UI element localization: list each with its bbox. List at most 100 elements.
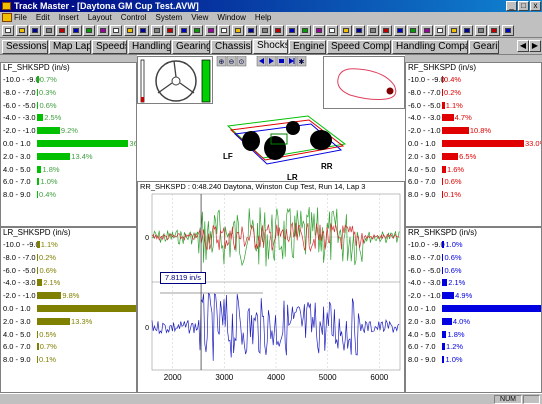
rf-wheel — [286, 121, 300, 135]
menu-file[interactable]: File — [14, 13, 27, 22]
map-icon[interactable] — [366, 25, 379, 36]
tab-gearing[interactable]: Gearing — [172, 40, 210, 54]
rr-histogram-bar — [442, 305, 541, 312]
x-axis-icon[interactable] — [272, 25, 284, 36]
menu-view[interactable]: View — [191, 13, 208, 22]
close-button[interactable]: x — [530, 1, 541, 11]
shock-icon[interactable] — [461, 25, 473, 36]
car-position-marker — [386, 87, 394, 95]
tab-speeds[interactable]: Speeds — [92, 40, 127, 54]
layout-icon[interactable] — [339, 25, 352, 36]
lf-histogram-row: -2.0 - -1.0 9.2% — [1, 126, 136, 135]
filter-icon[interactable] — [393, 25, 406, 36]
rr-bin-label: 6.0 - 7.0 — [408, 342, 436, 352]
step-back-button[interactable] — [256, 55, 267, 67]
rf-bin-percent: 4.7% — [454, 113, 472, 123]
tab-scroll-left-button[interactable]: ◀ — [517, 40, 529, 52]
tab-handling[interactable]: Handling — [128, 40, 171, 54]
help-icon[interactable] — [299, 25, 311, 36]
maximize-button[interactable]: □ — [518, 1, 529, 11]
save-icon[interactable] — [29, 25, 41, 36]
num-lock-indicator: NUM — [494, 395, 522, 404]
rf-histogram-row: 6.0 - 7.0 0.6% — [406, 177, 541, 186]
stop-button[interactable] — [276, 55, 287, 67]
color-icon[interactable] — [245, 25, 257, 36]
rr-histogram-row: 6.0 - 7.0 1.2% — [406, 342, 541, 352]
menu-layout[interactable]: Layout — [88, 13, 112, 22]
y-axis-icon[interactable] — [285, 25, 298, 36]
run-icon[interactable] — [312, 25, 325, 36]
menu-window[interactable]: Window — [217, 13, 245, 22]
paste-icon[interactable] — [83, 25, 95, 36]
step-forward-button[interactable] — [286, 55, 297, 67]
tab-engine[interactable]: Engine — [289, 40, 326, 54]
pie-icon[interactable] — [218, 25, 230, 36]
rf-bin-label: -10.0 - -9.0 — [408, 75, 445, 84]
tab-map-lap[interactable]: Map Lap — [49, 40, 91, 54]
tab-gearin[interactable]: Gearin — [469, 40, 499, 54]
bar-icon[interactable] — [204, 25, 217, 36]
tab-speed-compare[interactable]: Speed Compare — [327, 40, 391, 54]
tab-sessions[interactable]: Sessions — [2, 40, 48, 54]
lf-histogram-row: -8.0 - -7.0 0.3% — [1, 88, 136, 97]
cut-icon[interactable] — [56, 25, 68, 36]
rf-histogram-panel: RF_SHKSPD (in/s) -10.0 - -9.0 0.4% -8.0 - … — [405, 62, 542, 227]
menu-insert[interactable]: Insert — [59, 13, 79, 22]
car-3d-view: LF LR RR — [213, 106, 363, 182]
minimize-button[interactable]: _ — [506, 1, 517, 11]
gauge-icon[interactable] — [231, 25, 244, 36]
tab-shocks[interactable]: Shocks — [253, 39, 288, 54]
rf-bin-label: 4.0 - 5.0 — [408, 164, 436, 174]
settings-icon[interactable] — [380, 25, 392, 36]
info-icon[interactable] — [488, 25, 500, 36]
tab-handling-compare[interactable]: Handling Compare — [392, 40, 468, 54]
lf-histogram-bar — [37, 114, 44, 122]
zoom-fit-button[interactable]: ⊙ — [236, 55, 247, 67]
import-icon[interactable] — [420, 25, 433, 36]
play-button[interactable] — [266, 55, 277, 67]
tab-scroll-right-button[interactable]: ▶ — [529, 40, 541, 52]
exit-icon[interactable] — [501, 25, 514, 36]
rf-histogram-bar — [442, 127, 469, 135]
track-map[interactable] — [323, 56, 405, 109]
menu-system[interactable]: System — [156, 13, 183, 22]
zoom-out-button[interactable]: ⊖ — [226, 55, 237, 67]
zoom-icon[interactable] — [164, 25, 176, 36]
lf-histogram-row: 2.0 - 3.0 13.4% — [1, 151, 136, 161]
rr-histogram-row: 4.0 - 5.0 1.8% — [406, 330, 541, 339]
grid-icon[interactable] — [258, 25, 271, 36]
track-icon[interactable] — [177, 25, 190, 36]
export-icon[interactable] — [407, 25, 419, 36]
engine-icon[interactable] — [474, 25, 487, 36]
lr-bin-percent: 0.5% — [39, 329, 57, 339]
x-tick-label: 3000 — [215, 373, 233, 382]
menu-edit[interactable]: Edit — [36, 13, 50, 22]
x-tick-label: 6000 — [370, 373, 388, 382]
menu-control[interactable]: Control — [121, 13, 147, 22]
line-icon[interactable] — [191, 25, 203, 36]
arrow-icon[interactable] — [150, 25, 163, 36]
rr-bin-label: -4.0 - -3.0 — [408, 278, 441, 288]
text-icon[interactable] — [137, 25, 149, 36]
lf-bin-label: 2.0 - 3.0 — [3, 151, 31, 161]
chart-icon[interactable] — [110, 25, 122, 36]
zoom-in-button[interactable]: ⊕ — [216, 55, 227, 67]
report-icon[interactable] — [353, 25, 365, 36]
new-file-icon[interactable] — [2, 25, 14, 36]
menu-help[interactable]: Help — [255, 13, 271, 22]
table-icon[interactable] — [123, 25, 136, 36]
lf-bin-percent: 0.6% — [39, 100, 57, 110]
tab-chassis[interactable]: Chassis — [211, 40, 252, 54]
settings-button[interactable]: ✱ — [296, 55, 307, 67]
compare-icon[interactable] — [447, 25, 460, 36]
copy-icon[interactable] — [69, 25, 82, 36]
open-folder-icon[interactable] — [15, 25, 28, 36]
lr-bin-label: -2.0 - -1.0 — [3, 291, 36, 301]
rf-bin-label: 8.0 - 9.0 — [408, 190, 436, 200]
print-icon[interactable] — [42, 25, 55, 36]
undo-icon[interactable] — [96, 25, 109, 36]
stop-icon[interactable] — [326, 25, 338, 36]
rf-histogram-row: -8.0 - -7.0 0.2% — [406, 88, 541, 97]
window-icon[interactable] — [434, 25, 446, 36]
shock-speed-chart[interactable]: 2000 3000 4000 5000 6000 0 0 — [138, 182, 406, 394]
